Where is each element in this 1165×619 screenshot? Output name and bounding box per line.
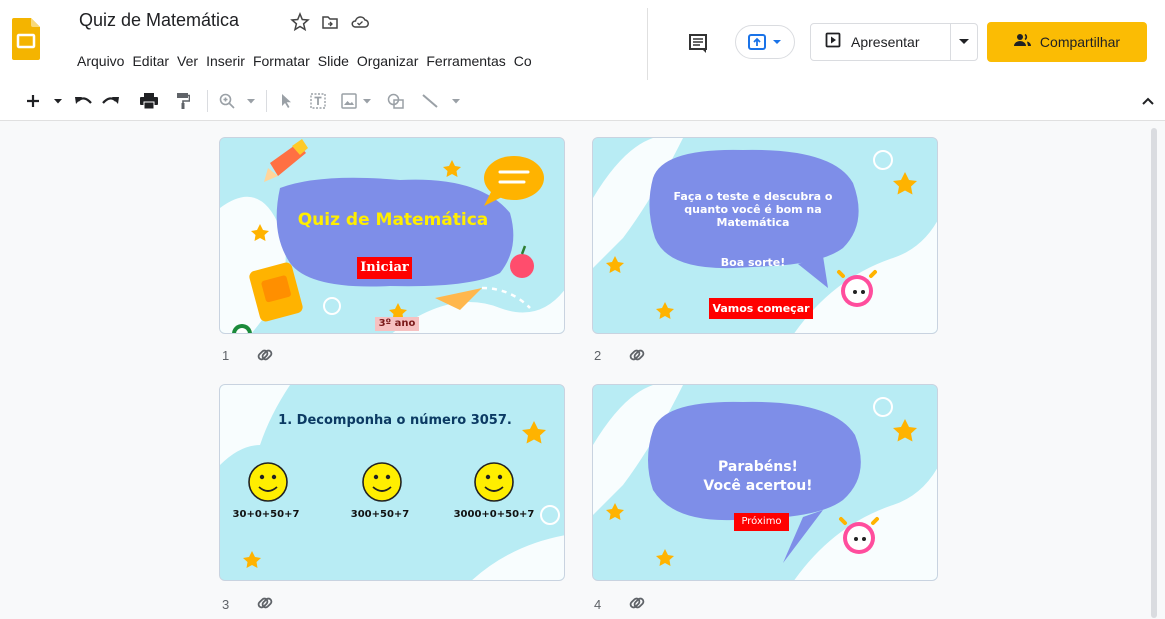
collapse-toolbar-icon[interactable]	[1140, 90, 1156, 112]
print-icon[interactable]	[139, 90, 159, 112]
menu-item-organizar[interactable]: Organizar	[353, 52, 422, 70]
slide-4-correct: Você acertou!	[703, 478, 813, 494]
slide-thumbnail-3[interactable]: 1. Decomponha o número 3057. 30+0+50+7 3…	[219, 384, 565, 581]
slide-3-question: 1. Decomponha o número 3057.	[278, 413, 512, 428]
slide-thumbnail-2[interactable]: Faça o teste e descubra o quanto você é …	[592, 137, 938, 334]
document-title[interactable]: Quiz de Matemática	[79, 10, 239, 31]
present-button-group: Apresentar	[810, 23, 978, 61]
slide-2-line-1: Faça o teste e descubra o	[673, 190, 833, 203]
select-cursor-icon[interactable]	[278, 90, 294, 112]
smiley-icon	[474, 462, 514, 502]
new-slide-icon[interactable]	[24, 90, 42, 112]
slide-1-grade: 3º ano	[375, 317, 419, 331]
smiley-icon	[362, 462, 402, 502]
present-options-dropdown[interactable]	[951, 39, 977, 45]
zoom-icon[interactable]	[218, 90, 236, 112]
slide-3-option-2: 300+50+7	[350, 509, 410, 520]
people-icon	[1013, 33, 1032, 52]
text-box-icon[interactable]	[308, 90, 328, 112]
move-folder-icon[interactable]	[320, 12, 340, 32]
redo-icon[interactable]	[100, 90, 120, 112]
vertical-scrollbar[interactable]	[1151, 128, 1157, 618]
link-icon	[256, 346, 274, 364]
line-dropdown-icon[interactable]	[450, 90, 462, 112]
slide-number: 2	[594, 348, 602, 363]
slide-2-line-2: quanto você é bom na	[684, 203, 822, 216]
menu-item-complementos[interactable]: Co	[510, 52, 536, 70]
slide-1-artwork	[220, 138, 564, 333]
menu-bar: Arquivo Editar Ver Inserir Formatar Slid…	[73, 52, 648, 70]
slide-4-next-button: Próximo	[734, 513, 789, 531]
link-icon	[628, 346, 646, 364]
new-slide-dropdown-icon[interactable]	[52, 90, 64, 112]
chevron-down-icon	[959, 39, 970, 44]
slide-2-line-3: Matemática	[716, 216, 790, 229]
slide-grid	[0, 121, 1165, 619]
present-label: Apresentar	[851, 34, 920, 50]
slide-number: 1	[222, 348, 230, 363]
slide-3-option-3: 3000+0+50+7	[453, 509, 535, 520]
insert-image-icon[interactable]	[340, 90, 358, 112]
star-icon[interactable]	[290, 12, 310, 32]
present-button[interactable]: Apresentar	[811, 24, 952, 60]
comment-history-icon[interactable]	[687, 32, 709, 54]
zoom-dropdown-icon[interactable]	[245, 90, 257, 112]
menu-item-arquivo[interactable]: Arquivo	[73, 52, 128, 70]
smiley-icon	[248, 462, 288, 502]
slide-number: 4	[594, 597, 602, 612]
slide-thumbnail-4[interactable]: Parabéns! Você acertou! Próximo	[592, 384, 938, 581]
slide-2-good-luck: Boa sorte!	[720, 256, 786, 269]
slide-2-text: Faça o teste e descubra o quanto você é …	[653, 190, 853, 229]
present-to-meeting-button[interactable]	[735, 25, 795, 59]
slide-1-title: Quiz de Matemática	[297, 210, 489, 230]
toolbar-divider	[207, 90, 208, 112]
undo-icon[interactable]	[74, 90, 94, 112]
menu-item-inserir[interactable]: Inserir	[202, 52, 249, 70]
slide-2-start-button: Vamos começar	[709, 298, 813, 319]
link-icon	[628, 594, 646, 612]
header-divider	[647, 8, 648, 80]
slide-3-option-1: 30+0+50+7	[232, 509, 300, 520]
slides-logo-icon[interactable]	[12, 18, 40, 60]
share-button[interactable]: Compartilhar	[987, 22, 1147, 62]
cloud-status-icon[interactable]	[350, 12, 370, 32]
slide-1-start-button: Iniciar	[357, 257, 412, 279]
link-icon	[256, 594, 274, 612]
present-icon	[825, 32, 841, 53]
shape-icon[interactable]	[386, 90, 406, 112]
image-dropdown-icon[interactable]	[361, 90, 373, 112]
toolbar-divider	[266, 90, 267, 112]
slide-thumbnail-1[interactable]: Quiz de Matemática Iniciar 3º ano	[219, 137, 565, 334]
share-label: Compartilhar	[1039, 34, 1121, 50]
menu-item-formatar[interactable]: Formatar	[249, 52, 314, 70]
menu-item-ver[interactable]: Ver	[173, 52, 202, 70]
slide-number: 3	[222, 597, 230, 612]
paint-format-icon[interactable]	[175, 90, 191, 112]
menu-item-ferramentas[interactable]: Ferramentas	[422, 52, 509, 70]
menu-item-editar[interactable]: Editar	[128, 52, 173, 70]
slide-4-congrats: Parabéns!	[718, 459, 798, 475]
menu-item-slide[interactable]: Slide	[314, 52, 353, 70]
line-icon[interactable]	[420, 90, 440, 112]
